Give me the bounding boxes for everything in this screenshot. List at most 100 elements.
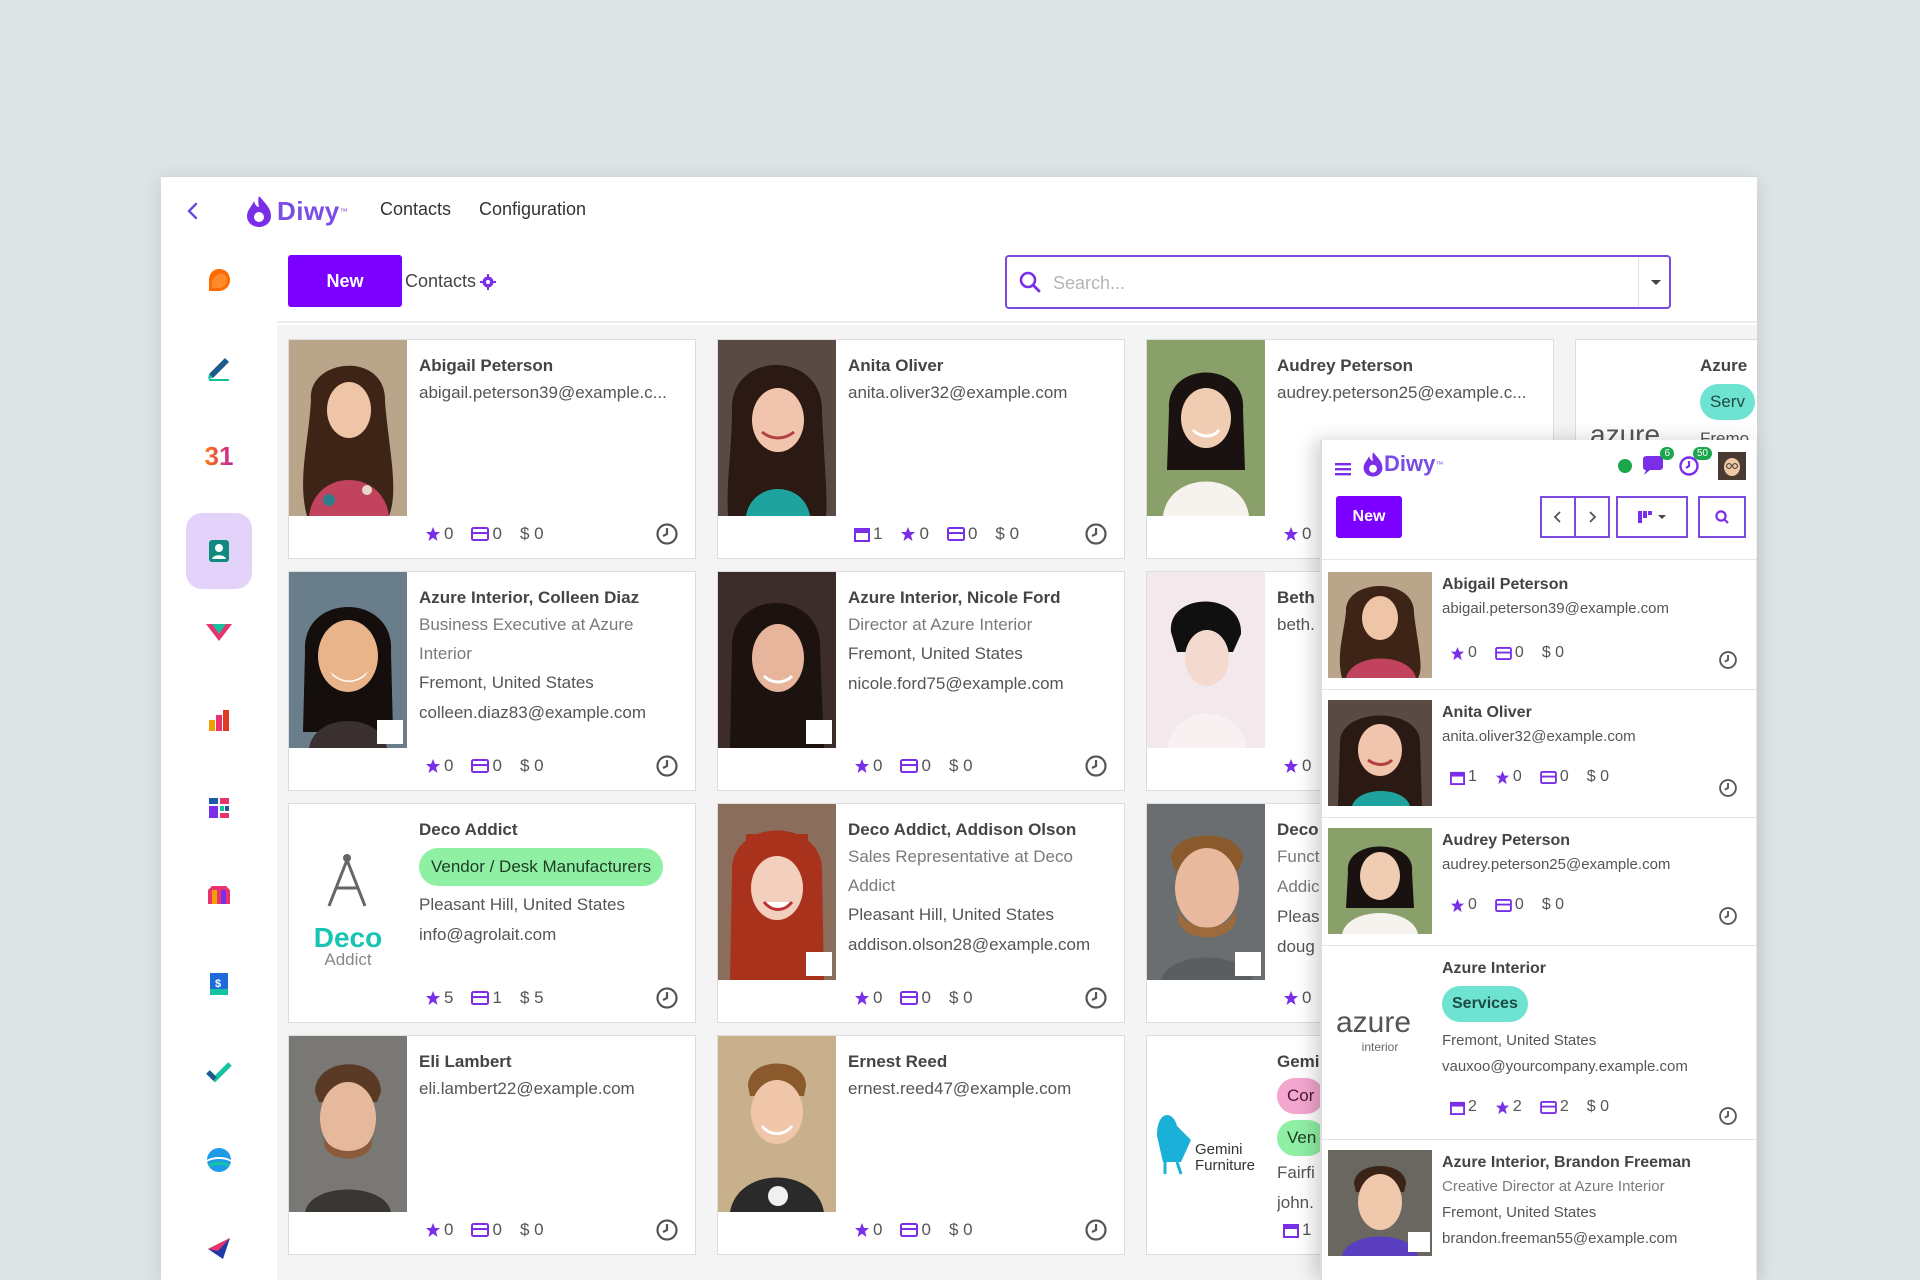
dashboard-icon bbox=[209, 798, 229, 818]
star-icon bbox=[1284, 759, 1298, 773]
gear-icon[interactable] bbox=[480, 273, 497, 290]
avatar[interactable] bbox=[1718, 452, 1746, 480]
clock-icon[interactable] bbox=[1718, 1106, 1738, 1126]
chevron-left-icon bbox=[1553, 511, 1561, 523]
contact-email: vauxoo@yourcompany.example.com bbox=[1442, 1058, 1688, 1075]
logo-addict-text: Addict bbox=[324, 950, 372, 969]
company-logo: Gemini Furniture bbox=[1147, 1036, 1265, 1212]
sidebar-item-project[interactable] bbox=[188, 1041, 250, 1103]
contact-address: Pleasant Hill, United States bbox=[848, 905, 1054, 924]
back-chevron-icon[interactable] bbox=[181, 199, 205, 223]
money-stat[interactable]: $ 0 bbox=[1587, 1098, 1609, 1116]
sidebar-item-discuss[interactable] bbox=[188, 249, 250, 311]
star-icon bbox=[855, 759, 869, 773]
card-stats: 5 1 $ 5 bbox=[425, 988, 544, 1008]
money-stat[interactable]: $ 0 bbox=[1542, 896, 1564, 914]
card-stats: 0 0 $ 0 bbox=[1450, 644, 1564, 662]
caret-down-icon[interactable] bbox=[1647, 273, 1665, 291]
contact-email: abigail.peterson39@example.com bbox=[1442, 600, 1670, 617]
kanban-card[interactable]: Eli Lambert eli.lambert22@example.com 0 … bbox=[288, 1035, 696, 1255]
clock-icon[interactable] bbox=[1084, 522, 1108, 546]
sidebar-item-invoicing[interactable]: $ bbox=[188, 953, 250, 1015]
search-input[interactable] bbox=[1053, 269, 1593, 297]
sidebar-item-website[interactable] bbox=[188, 1129, 250, 1191]
contact-name: Abigail Peterson bbox=[419, 356, 554, 375]
mobile-header: Diwy ™ 6 50 New bbox=[1322, 440, 1756, 560]
mobile-search-button[interactable] bbox=[1698, 496, 1746, 538]
sidebar-item-sales[interactable] bbox=[188, 689, 250, 751]
kanban-card[interactable]: Azure Interior, Colleen Diaz Business Ex… bbox=[288, 571, 696, 791]
messages-count-badge: 6 bbox=[1660, 447, 1674, 460]
clock-icon[interactable] bbox=[1084, 754, 1108, 778]
clock-icon[interactable] bbox=[1718, 906, 1738, 926]
mobile-kanban-card[interactable]: Anita Oliver anita.oliver32@example.com … bbox=[1322, 692, 1756, 818]
money-stat[interactable]: $ 0 bbox=[949, 988, 973, 1008]
money-stat[interactable]: $ 0 bbox=[995, 524, 1019, 544]
contact-email: brandon.freeman55@example.com bbox=[1442, 1230, 1678, 1247]
card-stats: 0 bbox=[1283, 988, 1311, 1008]
clock-icon[interactable] bbox=[655, 754, 679, 778]
sidebar-item-crm[interactable] bbox=[188, 601, 250, 663]
credit-card-icon bbox=[1495, 898, 1512, 912]
money-stat[interactable]: $ 0 bbox=[520, 524, 544, 544]
mobile-kanban-card[interactable]: Abigail Peterson abigail.peterson39@exam… bbox=[1322, 564, 1756, 690]
pager-next-button[interactable] bbox=[1574, 496, 1610, 538]
contact-email: audrey.peterson25@example.c... bbox=[1277, 383, 1527, 402]
kanban-card[interactable]: Abigail Peterson abigail.peterson39@exam… bbox=[288, 339, 696, 559]
clock-icon[interactable] bbox=[655, 1218, 679, 1242]
money-stat[interactable]: $ 0 bbox=[520, 1220, 544, 1240]
money-stat[interactable]: $ 0 bbox=[949, 756, 973, 776]
mobile-app-logo[interactable]: Diwy ™ bbox=[1362, 450, 1443, 478]
kanban-card[interactable]: Azure Interior, Nicole Ford Director at … bbox=[717, 571, 1125, 791]
money-stat[interactable]: $ 5 bbox=[520, 988, 544, 1008]
contact-email: nicole.ford75@example.com bbox=[848, 674, 1064, 693]
calendar-icon bbox=[1450, 1101, 1465, 1115]
kanban-card[interactable]: Anita Oliver anita.oliver32@example.com … bbox=[717, 339, 1125, 559]
kanban-card[interactable]: Ernest Reed ernest.reed47@example.com 0 … bbox=[717, 1035, 1125, 1255]
clock-icon[interactable] bbox=[1084, 1218, 1108, 1242]
clock-icon[interactable] bbox=[1084, 986, 1108, 1010]
money-stat[interactable]: $ 0 bbox=[1542, 644, 1564, 662]
contact-email: info@agrolait.com bbox=[419, 925, 557, 944]
clock-icon[interactable] bbox=[1718, 778, 1738, 798]
money-stat[interactable]: $ 0 bbox=[520, 756, 544, 776]
sidebar-item-contacts[interactable] bbox=[186, 513, 252, 589]
sidebar-item-point-of-sale[interactable] bbox=[188, 865, 250, 927]
contact-avatar bbox=[718, 572, 836, 748]
mobile-kanban-card[interactable]: Audrey Peterson audrey.peterson25@exampl… bbox=[1322, 820, 1756, 946]
hamburger-menu-icon[interactable] bbox=[1334, 460, 1352, 478]
sidebar-item-email-marketing[interactable] bbox=[188, 1217, 250, 1279]
view-switcher-button[interactable] bbox=[1616, 496, 1688, 538]
clock-icon[interactable] bbox=[1718, 650, 1738, 670]
clock-icon[interactable] bbox=[655, 986, 679, 1010]
activities-button[interactable]: 50 bbox=[1678, 447, 1712, 477]
tag-badge: Vendor / Desk Manufacturers bbox=[419, 848, 664, 886]
mobile-kanban-card[interactable]: azure interior Azure Interior Services F… bbox=[1322, 948, 1756, 1140]
messages-button[interactable]: 6 bbox=[1640, 447, 1674, 477]
contact-avatar bbox=[718, 1036, 836, 1212]
sidebar-item-calendar[interactable]: 31 bbox=[188, 425, 250, 487]
nav-configuration[interactable]: Configuration bbox=[479, 199, 586, 220]
sidebar-item-sign[interactable] bbox=[188, 337, 250, 399]
new-button[interactable]: New bbox=[288, 255, 402, 307]
mobile-new-button[interactable]: New bbox=[1336, 496, 1402, 538]
nav-contacts[interactable]: Contacts bbox=[380, 199, 451, 220]
app-logo[interactable]: Diwy ™ bbox=[245, 193, 348, 229]
company-logo: azure interior bbox=[1328, 978, 1432, 1084]
contact-job-title: Creative Director at Azure Interior bbox=[1442, 1178, 1665, 1195]
clock-icon[interactable] bbox=[655, 522, 679, 546]
search-box[interactable] bbox=[1005, 255, 1671, 309]
mobile-kanban-card[interactable]: Azure Interior, Brandon Freeman Creative… bbox=[1322, 1142, 1756, 1280]
pager-previous-button[interactable] bbox=[1540, 496, 1576, 538]
contact-email: anita.oliver32@example.com bbox=[1442, 728, 1636, 745]
presence-online-icon bbox=[1618, 459, 1632, 473]
kanban-card[interactable]: Deco Addict, Addison Olson Sales Represe… bbox=[717, 803, 1125, 1023]
star-icon bbox=[426, 991, 440, 1005]
contact-email: eli.lambert22@example.com bbox=[419, 1079, 635, 1098]
star-icon bbox=[1495, 1100, 1509, 1114]
card-stats: 0 0 $ 0 bbox=[425, 1220, 544, 1240]
money-stat[interactable]: $ 0 bbox=[949, 1220, 973, 1240]
kanban-card[interactable]: Deco Addict Deco Addict Vendor / Desk Ma… bbox=[288, 803, 696, 1023]
money-stat[interactable]: $ 0 bbox=[1587, 768, 1609, 786]
sidebar-item-dashboard[interactable] bbox=[188, 777, 250, 839]
